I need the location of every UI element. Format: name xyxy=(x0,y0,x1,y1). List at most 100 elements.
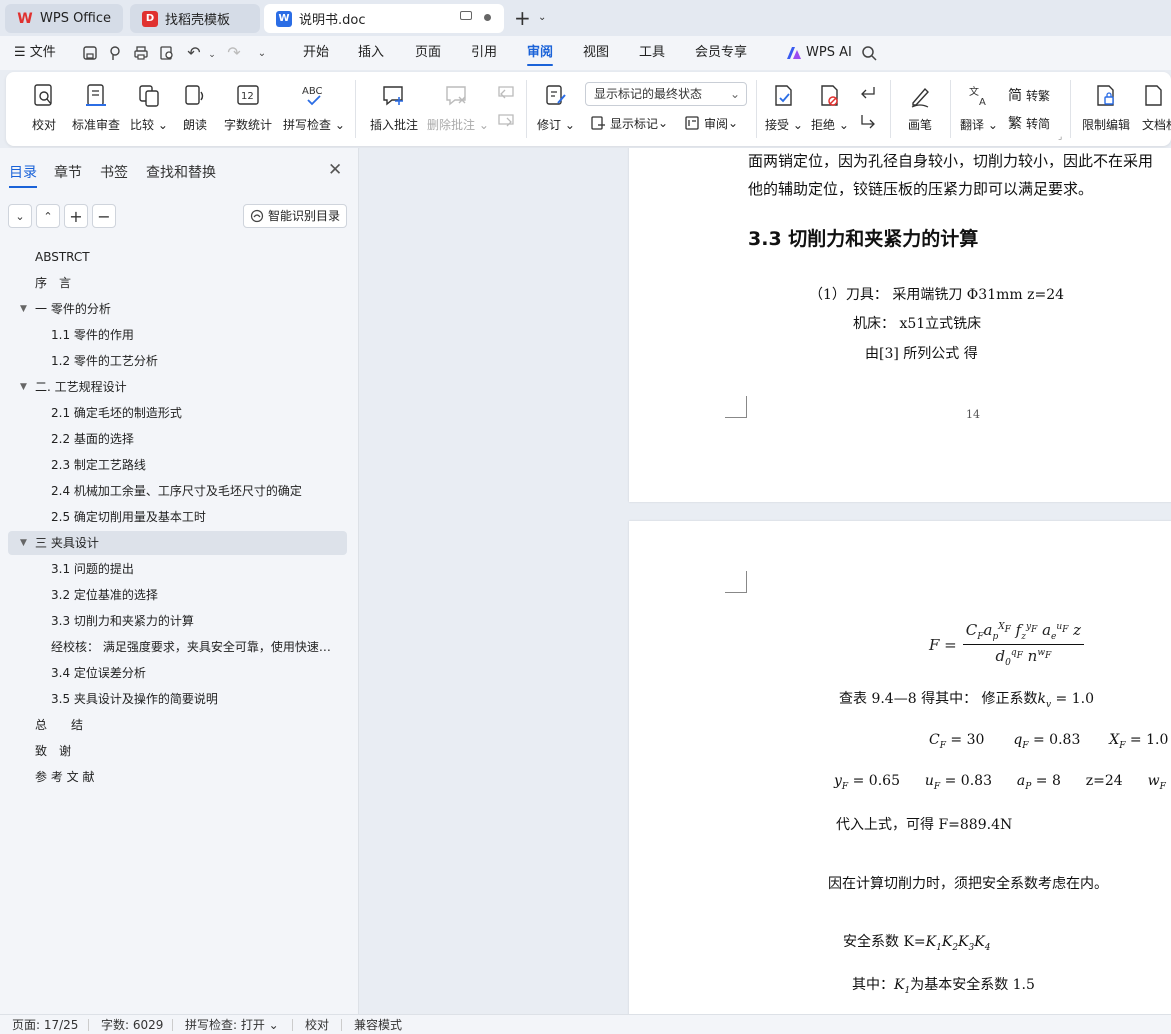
group-expand-icon[interactable]: ⌟ xyxy=(1058,132,1062,142)
coefficient-line[interactable]: yF = 0.65 uF = 0.83 aP = 8 z=24 wF = 0 xyxy=(834,773,1171,792)
tab-document[interactable]: W 说明书.doc xyxy=(264,4,504,33)
wps-ai-button[interactable]: WPS AI xyxy=(786,36,852,70)
toc-item[interactable]: 3.3 切削力和夹紧力的计算 xyxy=(8,609,347,633)
coefficient-line[interactable]: CF = 30 qF = 0.83 XF = 1.0 xyxy=(929,732,1168,751)
track-changes-button[interactable]: 修订 ⌄ xyxy=(536,80,576,133)
toc-item[interactable]: 1.1 零件的作用 xyxy=(8,323,347,347)
spell-check-button[interactable]: ABC 拼写检查 ⌄ xyxy=(282,80,346,133)
menu-membership[interactable]: 会员专享 xyxy=(695,36,747,70)
proofread-status[interactable]: 校对 xyxy=(305,1015,329,1034)
tab-docer-templates[interactable]: D 找稻壳模板 xyxy=(130,4,260,33)
redo-icon[interactable]: ↷ xyxy=(226,45,242,61)
paragraph-line[interactable]: 代入上式，可得 F=889.4N xyxy=(836,814,1012,834)
paragraph-line[interactable]: 机床： x51立式铣床 xyxy=(853,313,981,333)
tab-bookmarks[interactable]: 书签 xyxy=(100,162,128,182)
safety-factor-line[interactable]: 安全系数 K=K1K2K3K4 xyxy=(843,931,990,953)
menu-view[interactable]: 视图 xyxy=(583,36,609,70)
undo-dropdown-icon[interactable]: ⌄ xyxy=(204,47,220,63)
quick-access-more-icon[interactable]: ⌄ xyxy=(254,46,270,62)
delete-comment-button[interactable]: 删除批注 ⌄ xyxy=(427,80,489,133)
document-permissions-button[interactable]: 文档权 xyxy=(1142,80,1171,133)
expand-triangle-icon[interactable]: ▼ xyxy=(20,297,27,321)
markup-state-select[interactable]: 显示标记的最终状态 ⌄ xyxy=(585,82,747,106)
table-lookup-line[interactable]: 查表 9.4—8 得其中： 修正系数kv = 1.0 xyxy=(839,688,1094,710)
spell-check-status[interactable]: 拼写检查: 打开 ⌄ xyxy=(185,1015,279,1034)
to-simplified-button[interactable]: 繁 转简 xyxy=(1008,112,1050,134)
new-tab-plus-icon[interactable]: + xyxy=(514,8,531,28)
remove-heading-button[interactable]: − xyxy=(92,204,116,228)
export-pdf-icon[interactable] xyxy=(108,45,124,61)
reject-button[interactable]: 拒绝 ⌄ xyxy=(810,80,850,133)
toc-item[interactable]: 经校核： 满足强度要求，夹具安全可靠，使用快速螺旋定位机构快速夹紧 xyxy=(8,635,347,659)
toc-item[interactable]: 3.4 定位误差分析 xyxy=(8,661,347,685)
toc-item[interactable]: 总 结 xyxy=(8,713,347,737)
next-comment-icon[interactable] xyxy=(496,112,516,130)
previous-change-icon[interactable] xyxy=(858,84,878,102)
tab-wps-office[interactable]: W WPS Office xyxy=(5,4,123,33)
paragraph-line[interactable]: 他的辅助定位，铰链压板的压紧力即可以满足要求。 xyxy=(748,178,1093,199)
cutting-force-formula[interactable]: F = CFapXF fzyF aeuF z d0qF nwF xyxy=(929,621,1085,668)
collapse-all-button[interactable]: ⌃ xyxy=(36,204,60,228)
next-change-icon[interactable] xyxy=(858,112,878,130)
toc-item[interactable]: 1.2 零件的工艺分析 xyxy=(8,349,347,373)
toc-item[interactable]: 2.3 制定工艺路线 xyxy=(8,453,347,477)
previous-comment-icon[interactable] xyxy=(496,84,516,102)
tab-chapters[interactable]: 章节 xyxy=(54,162,82,182)
menu-review[interactable]: 审阅 xyxy=(527,36,554,70)
close-icon[interactable]: ✕ xyxy=(328,160,342,180)
tab-list-chevron-icon[interactable]: ⌄ xyxy=(538,12,546,23)
toc-item[interactable]: ▼ 三 夹具设计 xyxy=(8,531,347,555)
page-indicator[interactable]: 页面: 17/25 xyxy=(12,1015,78,1034)
toc-item[interactable]: 序 言 xyxy=(8,271,347,295)
to-traditional-button[interactable]: 简 转繁 xyxy=(1008,84,1050,106)
save-icon[interactable] xyxy=(82,45,98,61)
compare-button[interactable]: 比较 ⌄ xyxy=(128,80,170,133)
section-heading[interactable]: 3.3 切削力和夹紧力的计算 xyxy=(748,224,978,251)
word-count-button[interactable]: 12 字数统计 xyxy=(220,80,276,133)
toc-item[interactable]: 2.2 基面的选择 xyxy=(8,427,347,451)
toc-item[interactable]: 2.5 确定切削用量及基本工时 xyxy=(8,505,347,529)
add-heading-button[interactable]: + xyxy=(64,204,88,228)
smart-toc-button[interactable]: 智能识别目录 xyxy=(243,204,347,228)
menu-home[interactable]: 开始 xyxy=(303,36,329,70)
menu-references[interactable]: 引用 xyxy=(471,36,497,70)
translate-button[interactable]: 文A 翻译 ⌄ xyxy=(958,80,1000,133)
paragraph-line[interactable]: （1）刀具： 采用端铣刀 Φ31mm z=24 xyxy=(809,284,1064,304)
expand-triangle-icon[interactable]: ▼ xyxy=(20,531,27,555)
k1-line[interactable]: 其中：K1为基本安全系数 1.5 xyxy=(852,974,1035,996)
expand-triangle-icon[interactable]: ▼ xyxy=(20,375,27,399)
toc-item[interactable]: 3.2 定位基准的选择 xyxy=(8,583,347,607)
toc-item[interactable]: 参 考 文 献 xyxy=(8,765,347,789)
insert-comment-button[interactable]: 插入批注 xyxy=(366,80,422,133)
menu-insert[interactable]: 插入 xyxy=(358,36,384,70)
read-aloud-button[interactable]: 朗读 xyxy=(176,80,214,133)
display-icon[interactable] xyxy=(460,11,472,20)
paragraph-line[interactable]: 因在计算切削力时，须把安全系数考虑在内。 xyxy=(828,873,1108,893)
standard-review-button[interactable]: 标准审查 xyxy=(68,80,124,133)
toc-item[interactable]: ▼ 二. 工艺规程设计 xyxy=(8,375,347,399)
search-icon[interactable] xyxy=(861,45,877,61)
proofread-button[interactable]: 校对 xyxy=(24,80,64,133)
expand-all-button[interactable]: ⌄ xyxy=(8,204,32,228)
review-pane-button[interactable]: 审阅 ⌄ xyxy=(684,112,738,134)
word-count-indicator[interactable]: 字数: 6029 xyxy=(101,1015,163,1034)
print-preview-icon[interactable] xyxy=(159,45,175,61)
tab-table-of-contents[interactable]: 目录 xyxy=(9,162,37,188)
toc-item[interactable]: 2.4 机械加工余量、工序尺寸及毛坯尺寸的确定 xyxy=(8,479,347,503)
restrict-editing-button[interactable]: 限制编辑 xyxy=(1078,80,1134,133)
toc-item[interactable]: 2.1 确定毛坯的制造形式 xyxy=(8,401,347,425)
print-icon[interactable] xyxy=(133,45,149,61)
toc-item[interactable]: 3.5 夹具设计及操作的简要说明 xyxy=(8,687,347,711)
toc-item[interactable]: 致 谢 xyxy=(8,739,347,763)
show-markup-button[interactable]: 显示标记 ⌄ xyxy=(590,112,668,134)
toc-item[interactable]: 3.1 问题的提出 xyxy=(8,557,347,581)
paragraph-line[interactable]: 由[3] 所列公式 得 xyxy=(865,343,978,363)
menu-tools[interactable]: 工具 xyxy=(639,36,665,70)
unsaved-dot-icon[interactable] xyxy=(484,14,491,21)
undo-icon[interactable]: ↶ xyxy=(186,45,202,61)
tab-find-replace[interactable]: 查找和替换 xyxy=(146,162,216,182)
menu-page[interactable]: 页面 xyxy=(415,36,441,70)
file-menu[interactable]: ☰ 文件 xyxy=(14,36,56,70)
paragraph-line[interactable]: 面两销定位，因为孔径自身较小，切削力较小，因此不在采用 xyxy=(748,150,1153,171)
toc-item[interactable]: ▼ 一 零件的分析 xyxy=(8,297,347,321)
